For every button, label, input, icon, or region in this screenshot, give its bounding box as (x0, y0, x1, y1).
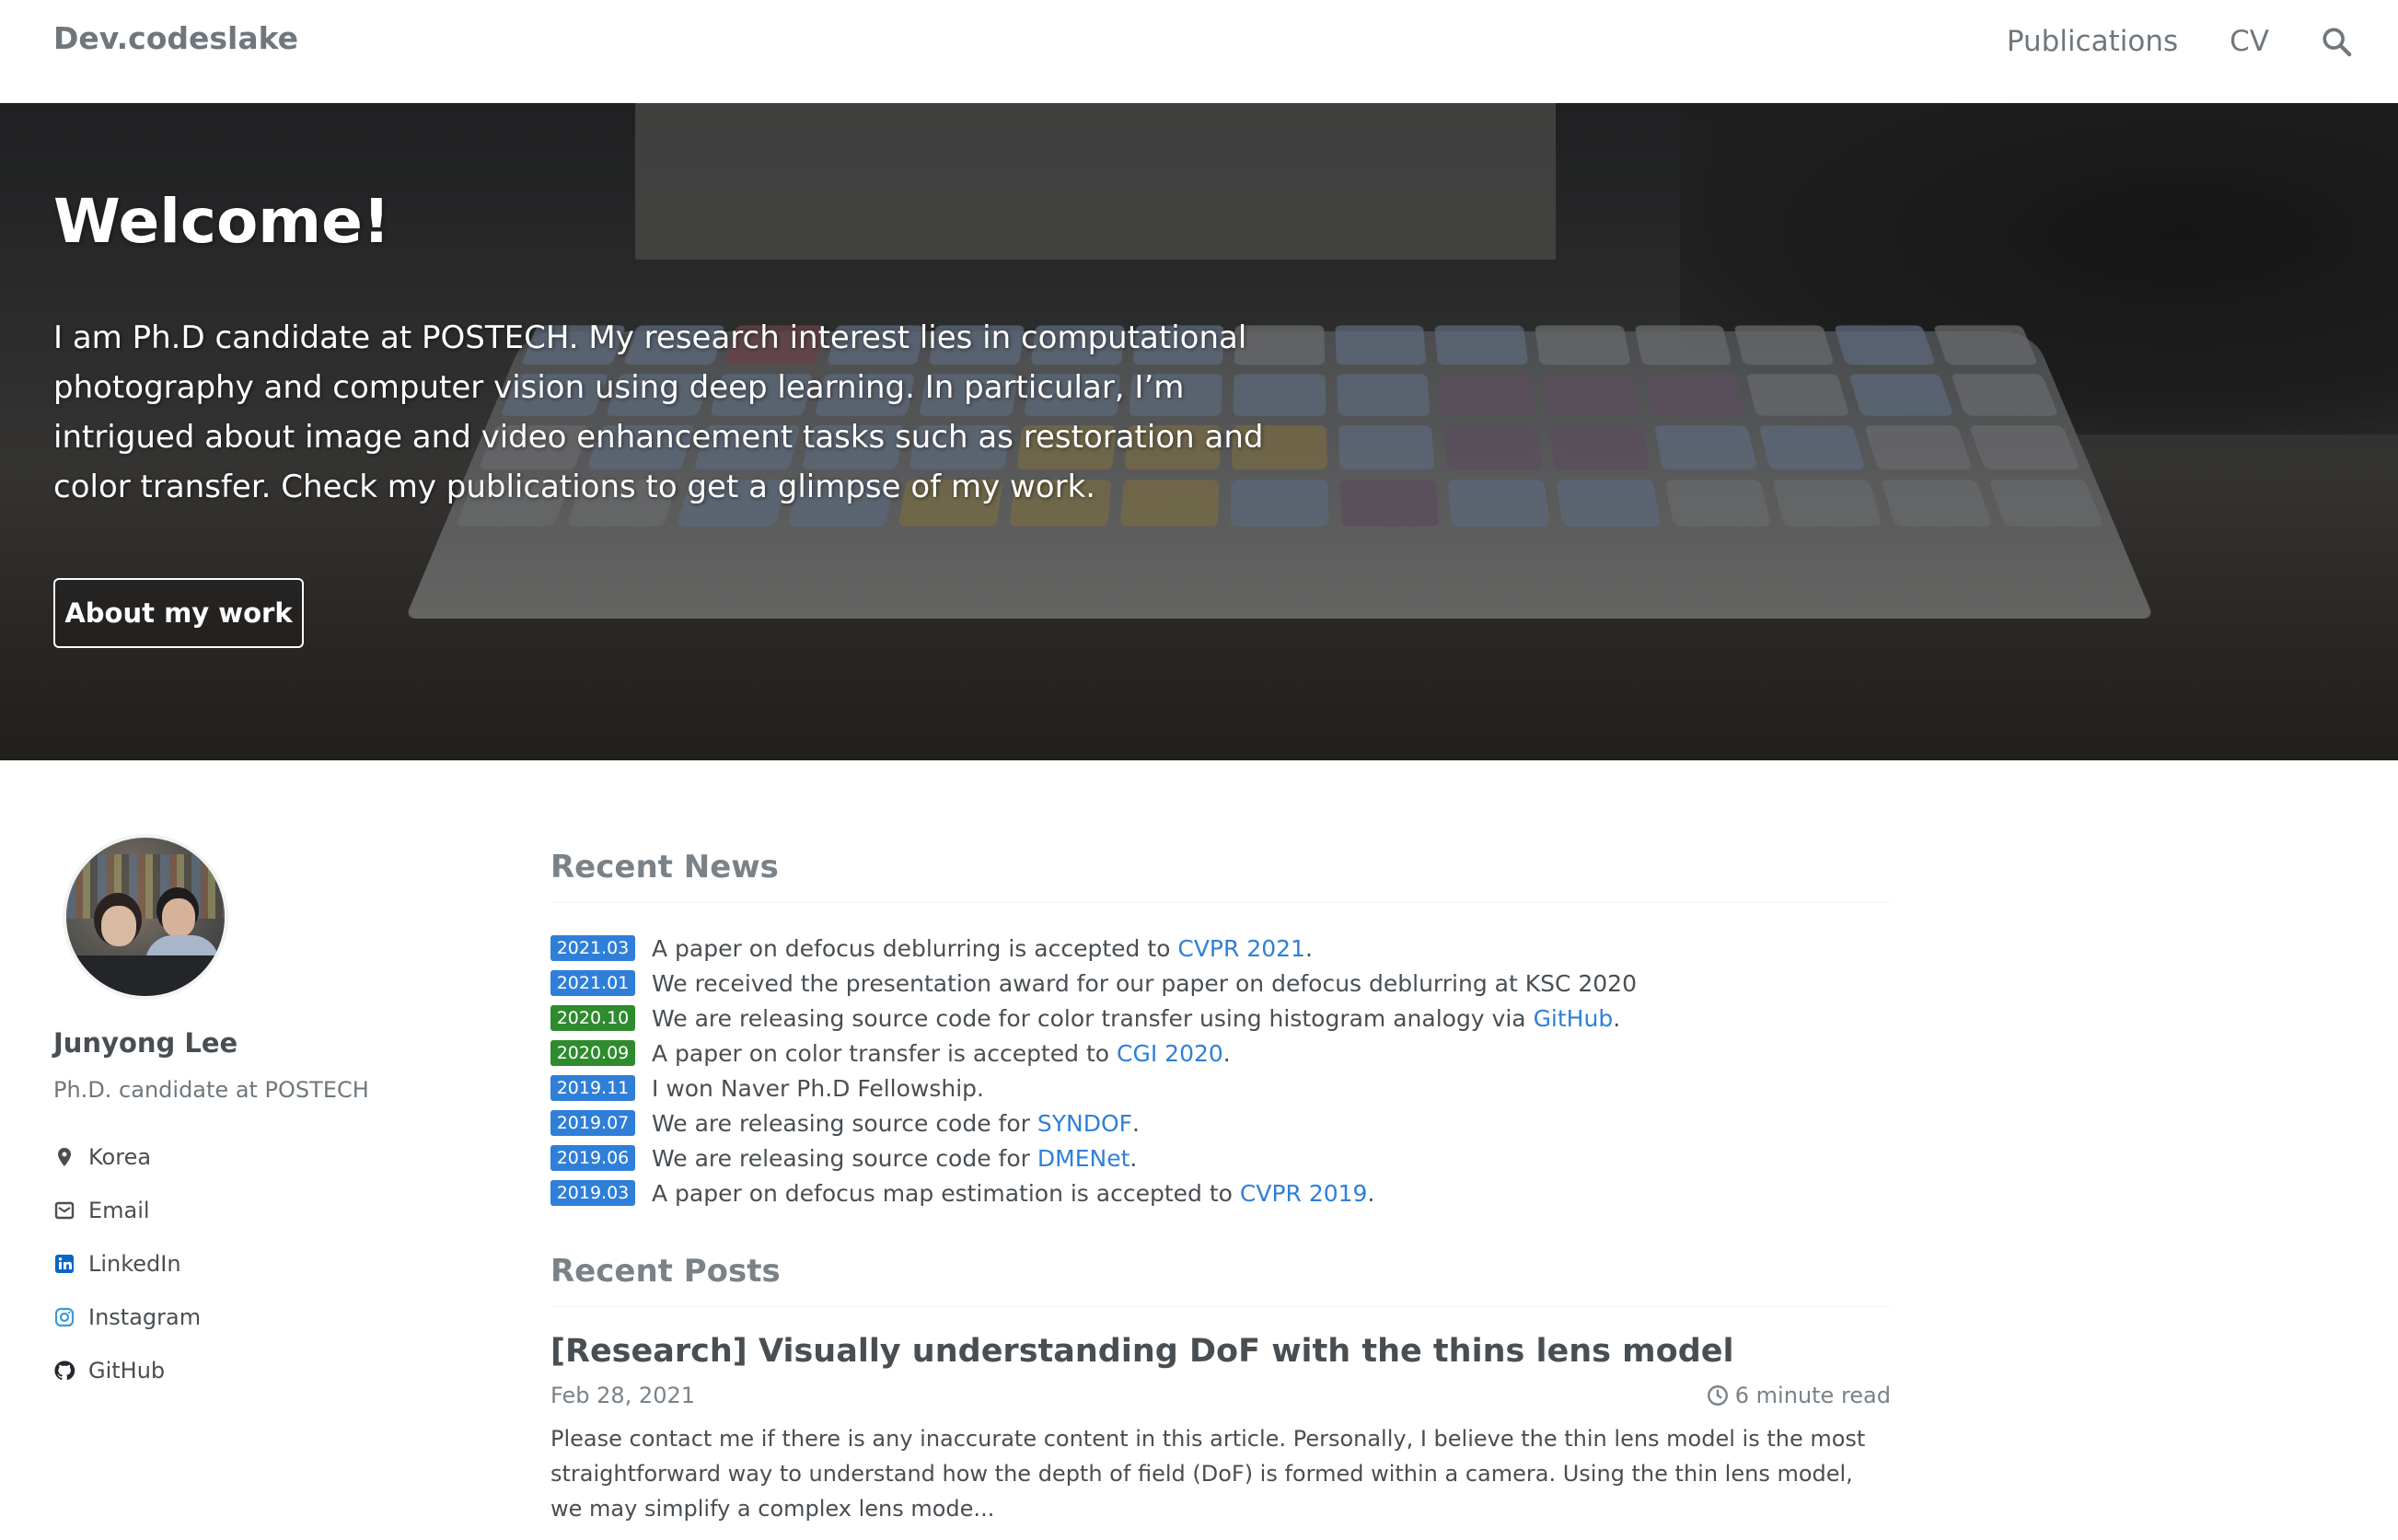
clock-icon (1707, 1385, 1728, 1406)
news-link-dmenet[interactable]: DMENet (1037, 1145, 1130, 1172)
news-item: 2019.07 We are releasing source code for… (550, 1106, 1891, 1141)
author-link-instagram[interactable]: Instagram (53, 1291, 468, 1344)
author-links: Korea Email LinkedIn Instagram GitHub (53, 1130, 468, 1397)
author-link-email[interactable]: Email (53, 1184, 468, 1237)
news-item: 2021.03 A paper on defocus deblurring is… (550, 931, 1891, 966)
news-item: 2020.09 A paper on color transfer is acc… (550, 1036, 1891, 1071)
news-link-cgi-2020[interactable]: CGI 2020 (1117, 1040, 1223, 1067)
recent-posts-heading: Recent Posts (550, 1253, 1891, 1307)
author-link-github[interactable]: GitHub (53, 1344, 468, 1397)
post-title-link[interactable]: [Research] Visually understanding DoF wi… (550, 1333, 1891, 1370)
hero-banner: Welcome! I am Ph.D candidate at POSTECH.… (0, 103, 2398, 760)
github-icon (54, 1361, 75, 1381)
post-meta: Feb 28, 2021 6 minute read (550, 1383, 1891, 1408)
news-link-github[interactable]: GitHub (1534, 1005, 1614, 1032)
date-badge: 2019.11 (550, 1075, 635, 1101)
author-link-location: Korea (53, 1130, 468, 1184)
author-bio: Ph.D. candidate at POSTECH (53, 1077, 369, 1103)
news-item: 2020.10 We are releasing source code for… (550, 1001, 1891, 1036)
recent-news-heading: Recent News (550, 849, 1891, 903)
nav-link-cv[interactable]: CV (2230, 25, 2269, 58)
news-item: 2019.03 A paper on defocus map estimatio… (550, 1175, 1891, 1210)
author-link-linkedin[interactable]: LinkedIn (53, 1237, 468, 1291)
email-icon (54, 1201, 75, 1220)
nav-links: Publications CV (2007, 18, 2398, 64)
site-brand[interactable]: Dev.codeslake (53, 20, 298, 56)
date-badge: 2021.03 (550, 935, 635, 961)
search-icon[interactable] (2321, 26, 2352, 57)
date-badge: 2019.06 (550, 1145, 635, 1171)
date-badge: 2019.03 (550, 1180, 635, 1206)
news-link-syndof[interactable]: SYNDOF (1037, 1110, 1132, 1137)
hero-description: I am Ph.D candidate at POSTECH. My resea… (53, 319, 1264, 505)
location-icon (58, 1148, 71, 1166)
post-read-time: 6 minute read (1706, 1383, 1891, 1408)
news-list: 2021.03 A paper on defocus deblurring is… (550, 931, 1891, 1210)
post-excerpt: Please contact me if there is any inaccu… (550, 1426, 1866, 1522)
date-badge: 2019.07 (550, 1110, 635, 1136)
news-item: 2019.11 I won Naver Ph.D Fellowship. (550, 1071, 1891, 1106)
top-navigation: Dev.codeslake Publications CV (0, 0, 2398, 103)
post-date: Feb 28, 2021 (550, 1383, 695, 1408)
nav-link-publications[interactable]: Publications (2007, 25, 2178, 58)
recent-posts-section: Recent Posts [Research] Visually underst… (550, 1253, 1891, 1526)
about-my-work-button[interactable]: About my work (53, 578, 304, 648)
news-item: 2019.06 We are releasing source code for… (550, 1141, 1891, 1175)
news-link-cvpr-2021[interactable]: CVPR 2021 (1177, 935, 1305, 962)
date-badge: 2021.01 (550, 970, 635, 996)
date-badge: 2020.09 (550, 1040, 635, 1066)
news-link-cvpr-2019[interactable]: CVPR 2019 (1240, 1180, 1368, 1207)
news-item: 2021.01 We received the presentation awa… (550, 966, 1891, 1001)
hero-title: Welcome! (53, 186, 390, 257)
author-name: Junyong Lee (53, 1027, 238, 1059)
linkedin-icon (55, 1255, 74, 1273)
instagram-icon (54, 1307, 75, 1327)
avatar (63, 834, 228, 1000)
date-badge: 2020.10 (550, 1005, 635, 1031)
main-content: Recent News 2021.03 A paper on defocus d… (550, 849, 1891, 1526)
author-sidebar: Junyong Lee Ph.D. candidate at POSTECH K… (53, 834, 468, 1397)
